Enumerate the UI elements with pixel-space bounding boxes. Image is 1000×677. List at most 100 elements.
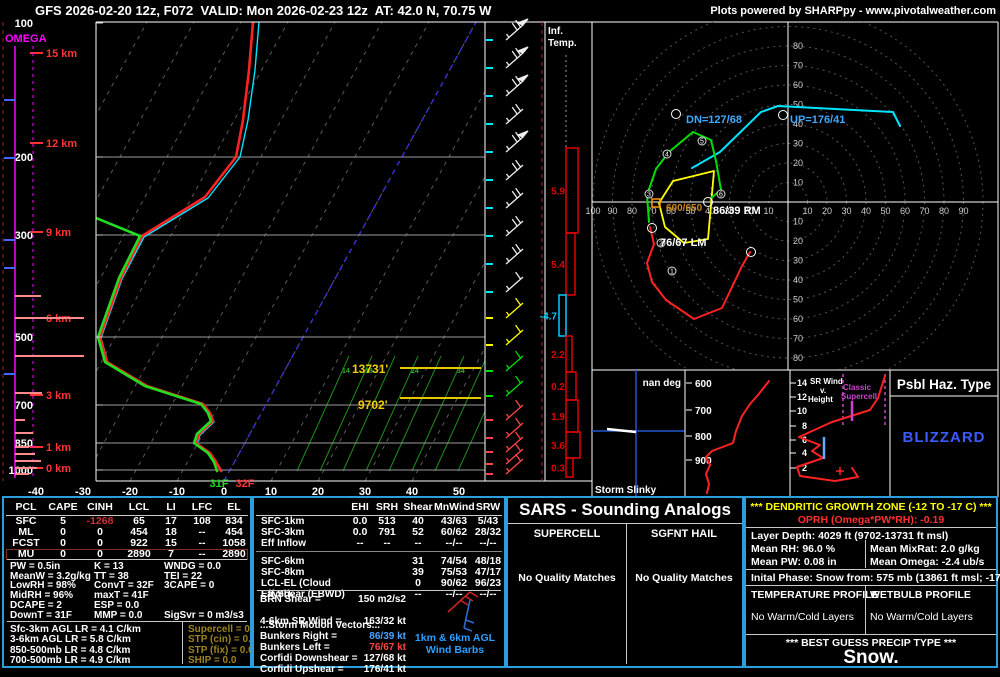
barb-flag: [511, 134, 518, 143]
barb-flag: [515, 350, 522, 359]
dgz-title: *** DENDRITIC GROWTH ZONE (-12 TO -17 C)…: [750, 501, 992, 513]
thermo-stats-col3: WNDG = 0.0 TEI = 22 3CAPE = 0 SigSvr = 0 m…: [164, 562, 244, 620]
kinematics-cell: --/--: [445, 537, 463, 549]
parcel-header-cell: CAPE: [48, 501, 78, 513]
brn-shear-label: BRN Shear =: [260, 594, 321, 605]
parcel-header-cell: LCL: [128, 501, 150, 513]
pressure-label: 500: [15, 332, 33, 344]
pressure-label: 1000: [9, 465, 33, 477]
pressure-label: 700: [15, 400, 33, 412]
brn-shear-value: 150 m2/s2: [358, 594, 406, 605]
inferred-temp-advection-panel: Inf.Temp. 5.9 5.4 -4.7 2.2 0.2 1.9 3.6 0.3: [540, 21, 593, 482]
barb-flag: [511, 190, 518, 199]
temp-profile-title: TEMPERATURE PROFILE: [751, 589, 879, 601]
sr-wind-tick-label: 8: [802, 421, 807, 431]
ring-label: 10: [763, 206, 773, 216]
sr-wind-title: Height: [808, 395, 833, 404]
barb-half-flag: [505, 229, 510, 234]
advection-value: 0.2: [551, 382, 565, 393]
ring-label: 50: [793, 295, 803, 305]
wind-barb: [505, 74, 529, 97]
storm-motion-row: Corfidi Upshear = 176/41 kt: [254, 664, 504, 675]
precip-type-value: Snow.: [843, 647, 899, 668]
slinky-angle-value: nan deg: [643, 378, 681, 389]
kinematics-cell: [372, 556, 402, 567]
kinematics-cell: SFC-8km: [261, 567, 305, 578]
kinematics-cell: [348, 567, 372, 578]
wind-barb-column: [486, 18, 546, 481]
pressure-label: 100: [15, 18, 33, 30]
wind-barb: [505, 130, 529, 153]
thermo-stats-col1: PW = 0.5in MeanW = 3.2g/kg LowRH = 98% MidR…: [10, 562, 91, 620]
kinematics-cell: SFC-1km: [261, 516, 305, 527]
barb-half-flag: [505, 311, 510, 316]
barb-half-flag: [505, 338, 510, 343]
surface-temp-label: 32F: [236, 478, 255, 490]
barb-half-flag: [505, 457, 510, 462]
hazard-inset: Psbl Haz. Type BLIZZARD: [890, 377, 998, 446]
dgz-layer-depth: Layer Depth: 4029 ft (9702-13731 ft msl): [751, 530, 949, 542]
ring-label: 90: [958, 206, 968, 216]
storm-motion-marker: [778, 110, 788, 120]
barb-flag: [515, 297, 522, 306]
parcel-header-cell: CINH: [87, 501, 113, 513]
storm-slinky-inset: nan deg Storm Slinky: [592, 370, 686, 497]
isotherm-line: [96, 22, 289, 373]
lapse-rate-item: 700-500mb LR = 4.9 C/km: [10, 654, 131, 666]
sars-hail-matches: No Quality Matches: [635, 572, 733, 584]
ring-label: 60: [900, 206, 910, 216]
storm-motion-title: ...Storm Motion Vectors...: [260, 620, 381, 631]
advection-value: 3.6: [551, 441, 565, 452]
storm-motion-label: Bunkers Right =: [260, 631, 337, 642]
wetbulb-profile-value: No Warm/Cold Layers: [870, 611, 973, 623]
km-label: 1 km: [46, 442, 71, 454]
wind-barb: [505, 243, 524, 265]
ring-label: 30: [793, 256, 803, 266]
winter-panel: *** DENDRITIC GROWTH ZONE (-12 TO -17 C)…: [744, 496, 1000, 668]
blue-barb-glyph: [463, 599, 475, 632]
advection-box: [565, 457, 574, 478]
ring-label: 40: [861, 206, 871, 216]
inf-temp-title-line2: Temp.: [548, 38, 577, 49]
severe-index-item: SHIP = 0.0: [188, 654, 237, 666]
barb-shaft: [505, 276, 524, 293]
barb-caption: 1km & 6km AGL Wind Barbs: [406, 632, 504, 656]
barb-half-flag: [505, 33, 510, 38]
barb-flag: [515, 159, 522, 168]
km-label: 9 km: [46, 227, 71, 239]
thermo-stats-col2: K = 13 TT = 38 ConvT = 32F maxT = 41F ESP = …: [94, 562, 154, 620]
kinematics-header-cell: Shear: [403, 501, 433, 513]
km-label: 15 km: [46, 48, 77, 60]
sars-supercell-header: SUPERCELL: [533, 528, 601, 540]
storm-motion-marker: [671, 109, 681, 119]
thermo-stat: [164, 591, 244, 601]
height-marker-label: 6: [719, 192, 723, 199]
advection-box: [565, 232, 576, 296]
theta-e-curve: [705, 380, 770, 494]
thermo-stat: SigSvr = 0 m3/s3: [164, 609, 244, 621]
advection-value: 5.9: [551, 187, 565, 198]
parcel-table: PCL CAPE CINH LCL LI LFC EL SFC 5 -1268 65 17 108 834…: [6, 502, 248, 560]
advection-value: 0.3: [551, 464, 565, 475]
parcel-header-row: PCL CAPE CINH LCL LI LFC EL: [6, 502, 248, 516]
advection-value: 5.4: [551, 260, 565, 271]
barb-half-flag: [505, 173, 510, 178]
omega-axis-label: OMEGA: [5, 33, 47, 45]
sars-hail-header: SGFNT HAIL: [651, 528, 717, 540]
sars-panel: SARS - Sounding Analogs SUPERCELL SGFNT …: [506, 496, 744, 668]
dgz-mixrat: Mean MixRat: 2.0 g/kg: [870, 543, 980, 555]
barb-flag: [515, 417, 522, 426]
mixing-ratio-label: 24: [411, 368, 419, 375]
sr-wind-tick-label: 14: [797, 378, 807, 388]
hodograph-panel: 10 20 30 40 50 60 70 80 90 100 10 20 30 40 50 60 70 80 90 1…: [585, 22, 999, 497]
skewt-diagram: 14 18 24 3413731'9702'100200300500700850100…: [2, 18, 998, 497]
ring-label: 70: [793, 61, 803, 71]
ring-label: 70: [793, 334, 803, 344]
parcel-header-cell: EL: [227, 501, 241, 513]
storm-motion-value: 127/68 kt: [363, 653, 406, 664]
ring-label: 20: [793, 158, 803, 168]
ring-label: 20: [822, 206, 832, 216]
mixing-ratio-label: 14: [342, 368, 350, 375]
kinematics-cell: --/--: [479, 537, 497, 549]
barb-flag: [515, 399, 522, 408]
